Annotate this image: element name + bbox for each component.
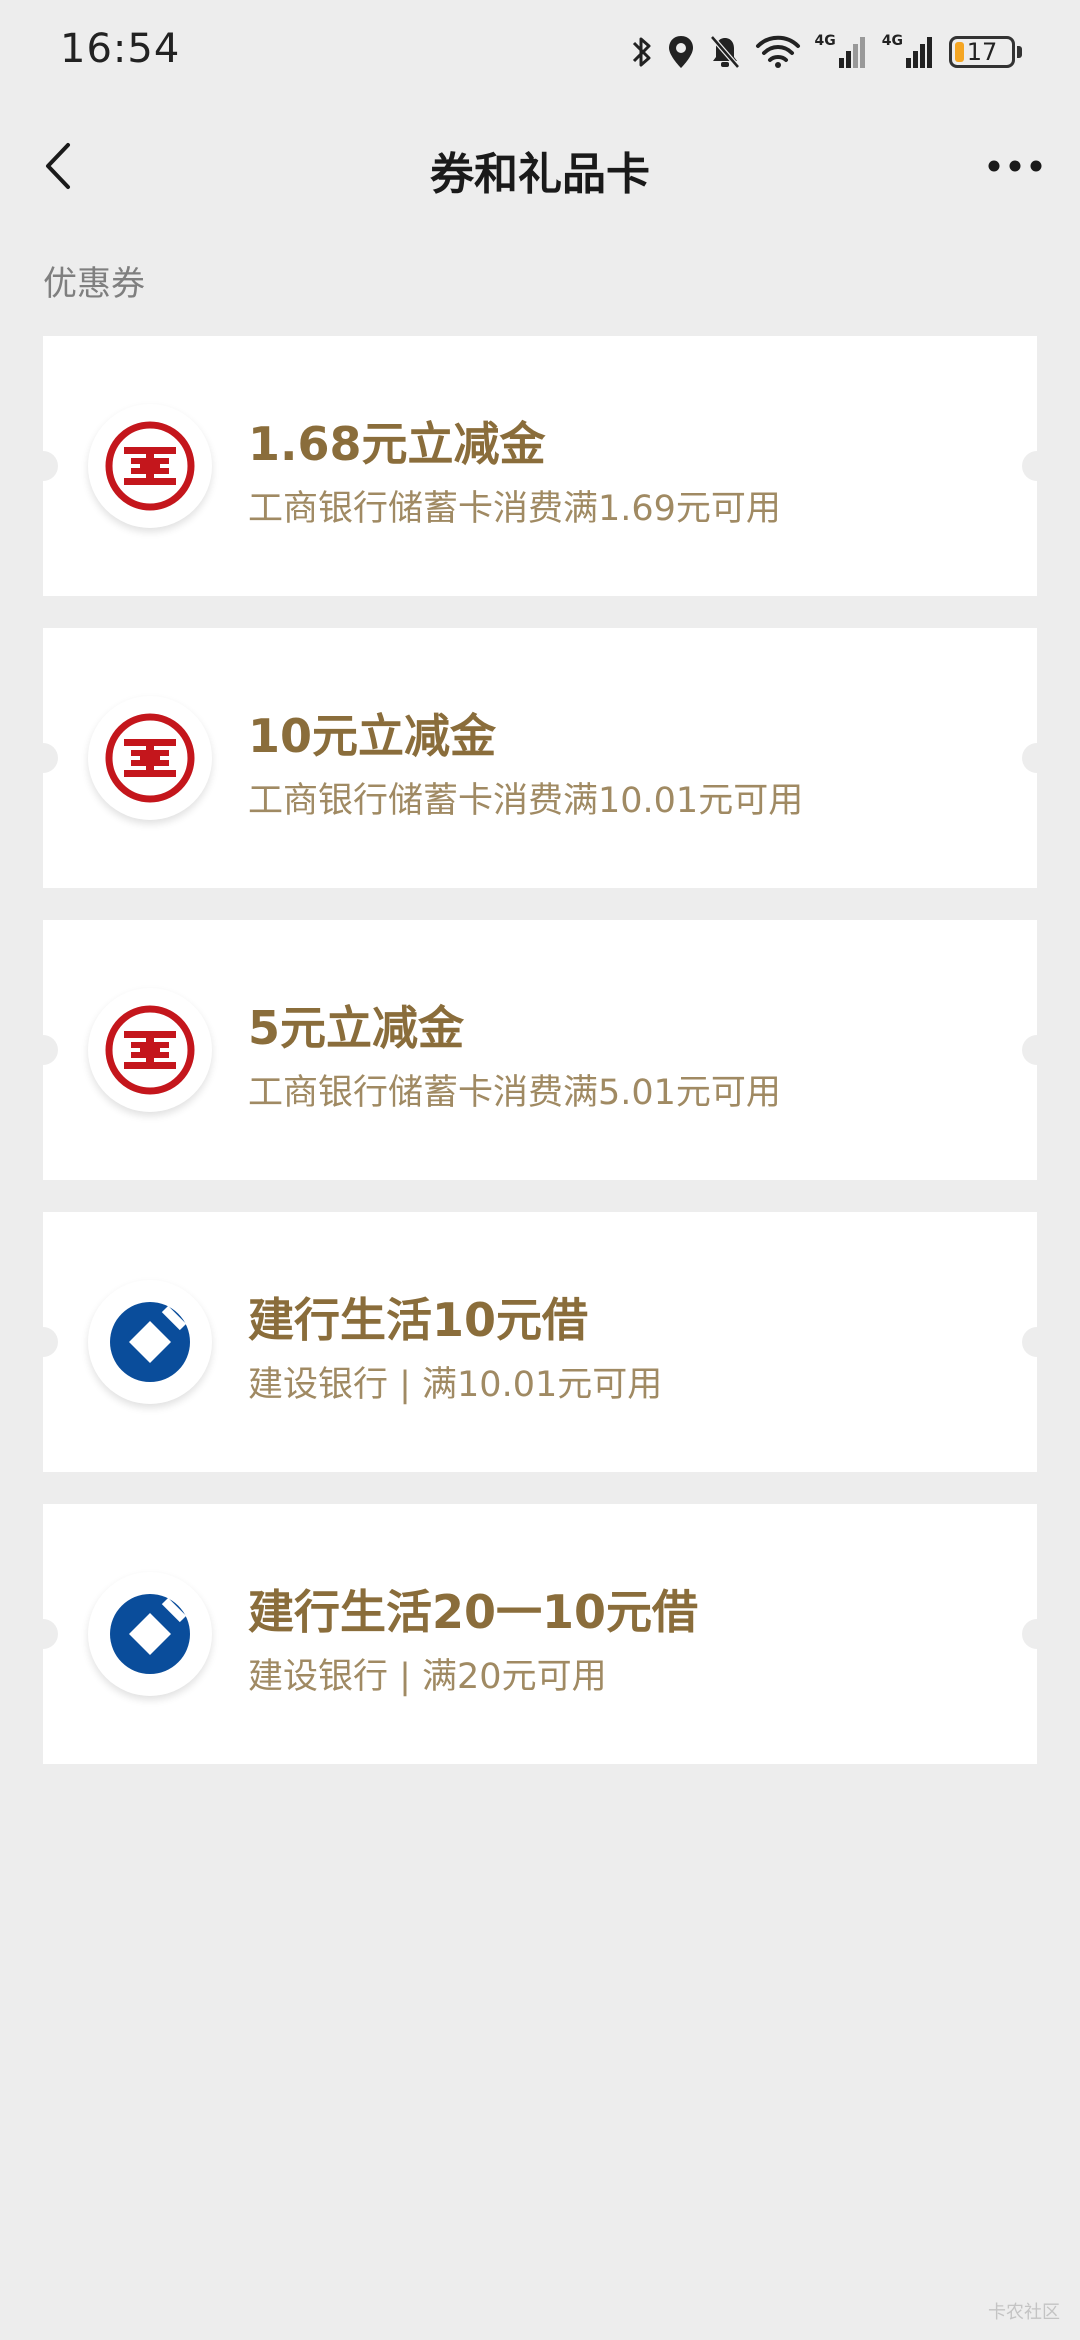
mute-bell-icon xyxy=(709,35,740,69)
coupon-title: 建行生活10元借 xyxy=(248,1293,589,1347)
battery-fill xyxy=(955,42,964,62)
icbc-logo-icon xyxy=(88,696,212,820)
ticket-notch xyxy=(1022,1035,1037,1065)
coupon-title: 5元立减金 xyxy=(248,1001,465,1055)
status-bar: 16:54 4G 4G 17 xyxy=(0,0,1080,104)
coupon-title: 建行生活20一10元借 xyxy=(248,1585,699,1639)
ticket-notch xyxy=(1022,1619,1037,1649)
coupon-card[interactable]: 1.68元立减金 工商银行储蓄卡消费满1.69元可用 xyxy=(43,336,1037,596)
ticket-notch xyxy=(43,743,58,773)
battery-cap xyxy=(1017,46,1022,58)
coupon-card[interactable]: 建行生活10元借 建设银行 | 满10.01元可用 xyxy=(43,1212,1037,1472)
cellular-signal-2: 4G xyxy=(882,34,935,70)
coupon-description: 建设银行 | 满10.01元可用 xyxy=(248,1365,663,1405)
coupon-description: 工商银行储蓄卡消费满10.01元可用 xyxy=(248,781,804,821)
coupon-list: 1.68元立减金 工商银行储蓄卡消费满1.69元可用 10元立减金 工商银行储蓄… xyxy=(43,336,1037,1796)
network-type-label: 4G xyxy=(814,33,836,49)
coupon-description: 建设银行 | 满20元可用 xyxy=(248,1657,607,1697)
cellular-signal-1: 4G xyxy=(815,34,868,70)
icbc-logo-icon xyxy=(88,988,212,1112)
coupon-description: 工商银行储蓄卡消费满1.69元可用 xyxy=(248,489,781,529)
bluetooth-icon xyxy=(632,37,651,67)
ccb-logo-icon xyxy=(88,1280,212,1404)
ticket-notch xyxy=(1022,743,1037,773)
watermark-text: 卡农社区 xyxy=(988,2302,1060,2323)
section-title-coupons: 优惠券 xyxy=(43,264,145,304)
ticket-notch xyxy=(1022,451,1037,481)
nav-bar: 券和礼品卡 xyxy=(0,104,1080,228)
location-icon xyxy=(668,36,693,68)
network-type-label: 4G xyxy=(881,33,903,49)
signal-bars-icon xyxy=(838,37,865,68)
status-icons: 4G 4G 17 xyxy=(631,28,1022,76)
ticket-notch xyxy=(43,451,58,481)
more-button[interactable] xyxy=(980,138,1050,194)
page-title: 券和礼品卡 xyxy=(430,149,650,200)
more-icon xyxy=(988,160,1042,172)
coupon-card[interactable]: 建行生活20一10元借 建设银行 | 满20元可用 xyxy=(43,1504,1037,1764)
signal-bars-icon xyxy=(906,37,932,68)
ticket-notch xyxy=(43,1035,58,1065)
status-time: 16:54 xyxy=(60,26,181,72)
ccb-logo-icon xyxy=(88,1572,212,1696)
ticket-notch xyxy=(43,1327,58,1357)
wifi-icon xyxy=(755,35,800,68)
battery-indicator: 17 xyxy=(949,36,1015,68)
coupon-card[interactable]: 10元立减金 工商银行储蓄卡消费满10.01元可用 xyxy=(43,628,1037,888)
battery-level: 17 xyxy=(966,38,998,66)
ticket-notch xyxy=(1022,1327,1037,1357)
ticket-notch xyxy=(43,1619,58,1649)
coupon-title: 1.68元立减金 xyxy=(248,417,546,471)
coupon-card[interactable]: 5元立减金 工商银行储蓄卡消费满5.01元可用 xyxy=(43,920,1037,1180)
icbc-logo-icon xyxy=(88,404,212,528)
coupon-title: 10元立减金 xyxy=(248,709,497,763)
coupon-description: 工商银行储蓄卡消费满5.01元可用 xyxy=(248,1073,781,1113)
